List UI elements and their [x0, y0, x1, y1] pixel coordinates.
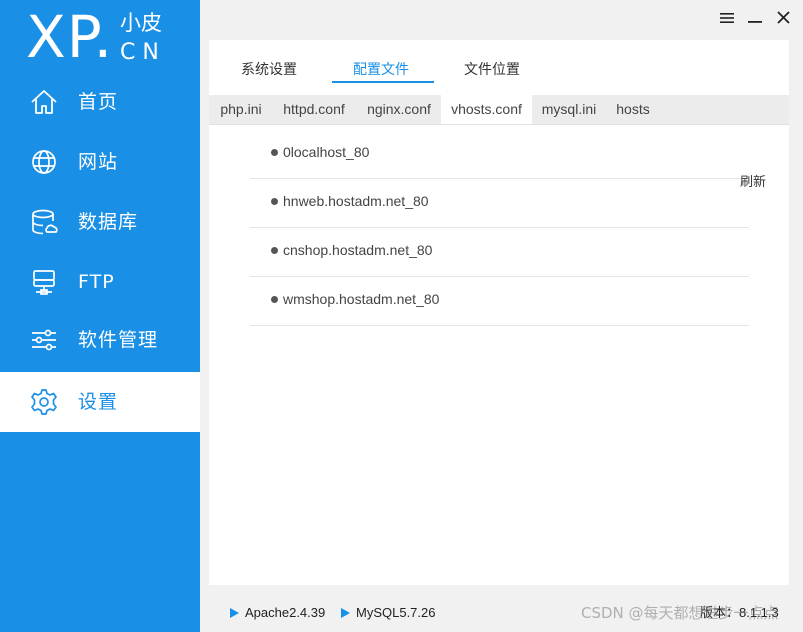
- bullet: [271, 198, 278, 205]
- minimize-icon: [748, 11, 762, 29]
- globe-icon: [28, 146, 60, 178]
- subtab-nginx-conf[interactable]: nginx.conf: [359, 95, 439, 124]
- apache-label: Apache2.4.39: [245, 605, 326, 620]
- sidebar-item-label: 首页: [78, 91, 119, 113]
- sidebar-item-home[interactable]: 首页: [0, 72, 200, 132]
- mysql-status[interactable]: MySQL5.7.26: [341, 604, 436, 622]
- apache-status[interactable]: Apache2.4.39: [230, 604, 325, 622]
- logo-cn-bottom: CN: [120, 40, 166, 65]
- tab-system-settings[interactable]: 系统设置: [241, 58, 297, 82]
- sidebar-item-database[interactable]: 数据库: [0, 192, 200, 252]
- list-item[interactable]: 0localhost_80: [250, 130, 749, 179]
- sidebar-item-label: 设置: [78, 391, 119, 413]
- list-item[interactable]: wmshop.hostadm.net_80: [250, 277, 749, 326]
- sidebar-item-label: 软件管理: [78, 329, 159, 351]
- subtab-php-ini[interactable]: php.ini: [212, 95, 270, 124]
- vhost-name: hnweb.hostadm.net_80: [283, 193, 429, 209]
- sliders-icon: [28, 324, 60, 356]
- play-icon: [230, 608, 239, 618]
- app-logo: XP. 小皮 CN: [0, 0, 200, 78]
- gear-icon: [28, 386, 60, 418]
- sidebar-item-label: FTP: [78, 271, 115, 293]
- list-item[interactable]: hnweb.hostadm.net_80: [250, 179, 749, 228]
- vhost-name: 0localhost_80: [283, 144, 370, 160]
- bullet: [271, 247, 278, 254]
- refresh-button[interactable]: 刷新: [740, 171, 766, 190]
- subtab-httpd-conf[interactable]: httpd.conf: [274, 95, 354, 124]
- logo-cn-top: 小皮: [120, 11, 162, 35]
- sidebar: XP. 小皮 CN 首页 网站 数据库 FTP 软件管理 设置: [0, 0, 200, 632]
- sidebar-item-software[interactable]: 软件管理: [0, 310, 200, 370]
- sidebar-item-ftp[interactable]: FTP: [0, 252, 200, 312]
- tab-file-locations[interactable]: 文件位置: [464, 58, 520, 82]
- menu-button[interactable]: [718, 10, 736, 30]
- tab-config-files[interactable]: 配置文件: [353, 58, 409, 82]
- sidebar-item-website[interactable]: 网站: [0, 132, 200, 192]
- sidebar-item-label: 网站: [78, 151, 119, 173]
- sidebar-item-settings[interactable]: 设置: [0, 372, 200, 432]
- sidebar-item-label: 数据库: [78, 211, 139, 233]
- bullet: [271, 296, 278, 303]
- mysql-label: MySQL5.7.26: [356, 605, 436, 620]
- watermark: CSDN @每天都想进步一点点: [581, 604, 779, 622]
- subtab-mysql-ini[interactable]: mysql.ini: [536, 95, 602, 124]
- logo-xp: XP.: [26, 3, 114, 71]
- subtab-vhosts-conf[interactable]: vhosts.conf: [441, 95, 532, 124]
- minimize-button[interactable]: [745, 10, 765, 30]
- vhost-name: wmshop.hostadm.net_80: [283, 291, 440, 307]
- subtab-hosts[interactable]: hosts: [609, 95, 657, 124]
- list-item[interactable]: cnshop.hostadm.net_80: [250, 228, 749, 277]
- bullet: [271, 149, 278, 156]
- menu-icon: [720, 11, 734, 29]
- home-icon: [28, 86, 60, 118]
- database-icon: [28, 206, 60, 238]
- play-icon: [341, 608, 350, 618]
- vhost-name: cnshop.hostadm.net_80: [283, 242, 433, 258]
- close-button[interactable]: [773, 10, 793, 30]
- close-icon: [776, 11, 790, 29]
- ftp-server-icon: [28, 266, 60, 298]
- active-tab-indicator: [332, 81, 434, 83]
